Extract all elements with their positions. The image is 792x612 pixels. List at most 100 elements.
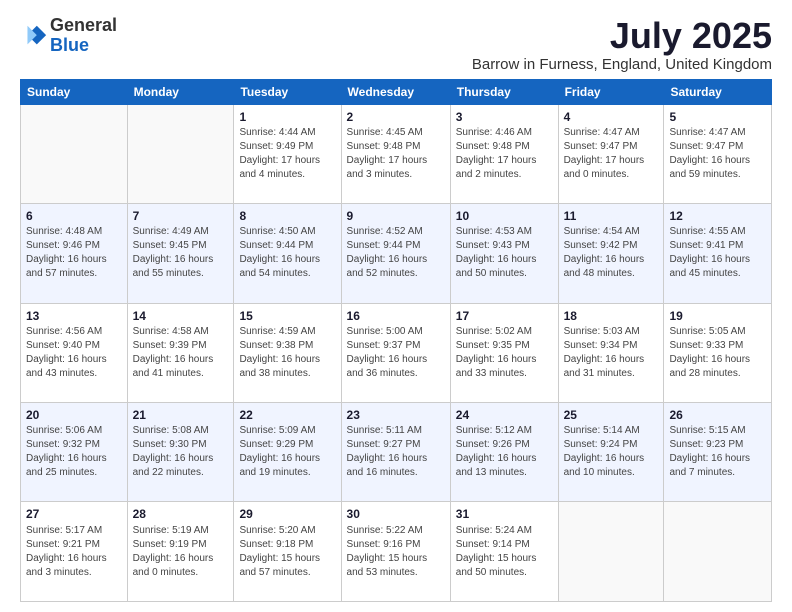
day-info: Sunrise: 5:05 AM Sunset: 9:33 PM Dayligh…	[669, 325, 766, 381]
calendar-cell: 7Sunrise: 4:49 AM Sunset: 9:45 PM Daylig…	[127, 204, 234, 303]
week-row-4: 20Sunrise: 5:06 AM Sunset: 9:32 PM Dayli…	[21, 403, 772, 502]
week-row-5: 27 Sunrise: 5:17 AM Sunset: 9:21 PM Dayli…	[21, 502, 772, 602]
day-number: 15	[239, 308, 335, 324]
day-info: Sunrise: 5:11 AM Sunset: 9:27 PM Dayligh…	[347, 424, 445, 480]
day-info: Sunrise: 5:24 AM Sunset: 9:14 PM Dayligh…	[456, 524, 553, 580]
column-header-sunday: Sunday	[21, 79, 128, 104]
day-number: 14	[133, 308, 229, 324]
day-number: 7	[133, 208, 229, 224]
logo-icon	[20, 22, 48, 50]
day-info: Sunrise: 5:14 AM Sunset: 9:24 PM Dayligh…	[564, 424, 659, 480]
calendar-cell: 21Sunrise: 5:08 AM Sunset: 9:30 PM Dayli…	[127, 403, 234, 502]
day-info: Sunrise: 4:50 AM Sunset: 9:44 PM Dayligh…	[239, 225, 335, 281]
calendar-cell: 9Sunrise: 4:52 AM Sunset: 9:44 PM Daylig…	[341, 204, 450, 303]
column-header-saturday: Saturday	[664, 79, 772, 104]
calendar-cell: 11Sunrise: 4:54 AM Sunset: 9:42 PM Dayli…	[558, 204, 664, 303]
day-number: 4	[564, 109, 659, 125]
calendar-cell: 26Sunrise: 5:15 AM Sunset: 9:23 PM Dayli…	[664, 403, 772, 502]
day-number: 29	[239, 506, 335, 522]
day-number: 11	[564, 208, 659, 224]
day-number: 8	[239, 208, 335, 224]
day-info: Sunrise: 4:47 AM Sunset: 9:47 PM Dayligh…	[564, 126, 659, 182]
day-number: 10	[456, 208, 553, 224]
header: General Blue July 2025 Barrow in Furness…	[20, 16, 772, 73]
calendar-body: 1Sunrise: 4:44 AM Sunset: 9:49 PM Daylig…	[21, 104, 772, 601]
calendar-cell: 15Sunrise: 4:59 AM Sunset: 9:38 PM Dayli…	[234, 303, 341, 402]
day-info: Sunrise: 4:59 AM Sunset: 9:38 PM Dayligh…	[239, 325, 335, 381]
day-number: 22	[239, 407, 335, 423]
day-info: Sunrise: 5:03 AM Sunset: 9:34 PM Dayligh…	[564, 325, 659, 381]
calendar-cell: 4Sunrise: 4:47 AM Sunset: 9:47 PM Daylig…	[558, 104, 664, 203]
calendar-cell	[664, 502, 772, 602]
day-info: Sunrise: 5:20 AM Sunset: 9:18 PM Dayligh…	[239, 524, 335, 580]
day-number: 3	[456, 109, 553, 125]
day-number: 20	[26, 407, 122, 423]
calendar-cell: 22Sunrise: 5:09 AM Sunset: 9:29 PM Dayli…	[234, 403, 341, 502]
calendar-cell: 31 Sunrise: 5:24 AM Sunset: 9:14 PM Dayli…	[450, 502, 558, 602]
calendar-cell: 12Sunrise: 4:55 AM Sunset: 9:41 PM Dayli…	[664, 204, 772, 303]
day-number: 17	[456, 308, 553, 324]
day-info: Sunrise: 5:17 AM Sunset: 9:21 PM Dayligh…	[26, 524, 122, 580]
calendar-header: SundayMondayTuesdayWednesdayThursdayFrid…	[21, 79, 772, 104]
week-row-3: 13Sunrise: 4:56 AM Sunset: 9:40 PM Dayli…	[21, 303, 772, 402]
day-info: Sunrise: 5:02 AM Sunset: 9:35 PM Dayligh…	[456, 325, 553, 381]
day-number: 16	[347, 308, 445, 324]
calendar-cell: 3Sunrise: 4:46 AM Sunset: 9:48 PM Daylig…	[450, 104, 558, 203]
calendar-cell: 6Sunrise: 4:48 AM Sunset: 9:46 PM Daylig…	[21, 204, 128, 303]
day-info: Sunrise: 4:45 AM Sunset: 9:48 PM Dayligh…	[347, 126, 445, 182]
day-number: 27	[26, 506, 122, 522]
calendar-cell: 1Sunrise: 4:44 AM Sunset: 9:49 PM Daylig…	[234, 104, 341, 203]
month-title: July 2025	[472, 16, 772, 56]
day-info: Sunrise: 5:22 AM Sunset: 9:16 PM Dayligh…	[347, 524, 445, 580]
location-title: Barrow in Furness, England, United Kingd…	[472, 56, 772, 73]
calendar-cell	[127, 104, 234, 203]
calendar-cell: 18Sunrise: 5:03 AM Sunset: 9:34 PM Dayli…	[558, 303, 664, 402]
column-header-wednesday: Wednesday	[341, 79, 450, 104]
day-number: 30	[347, 506, 445, 522]
day-number: 31	[456, 506, 553, 522]
calendar-cell: 16Sunrise: 5:00 AM Sunset: 9:37 PM Dayli…	[341, 303, 450, 402]
day-number: 23	[347, 407, 445, 423]
calendar: SundayMondayTuesdayWednesdayThursdayFrid…	[20, 79, 772, 602]
day-info: Sunrise: 5:19 AM Sunset: 9:19 PM Dayligh…	[133, 524, 229, 580]
calendar-cell: 19Sunrise: 5:05 AM Sunset: 9:33 PM Dayli…	[664, 303, 772, 402]
column-header-monday: Monday	[127, 79, 234, 104]
calendar-cell: 10Sunrise: 4:53 AM Sunset: 9:43 PM Dayli…	[450, 204, 558, 303]
day-info: Sunrise: 5:09 AM Sunset: 9:29 PM Dayligh…	[239, 424, 335, 480]
week-row-2: 6Sunrise: 4:48 AM Sunset: 9:46 PM Daylig…	[21, 204, 772, 303]
week-row-1: 1Sunrise: 4:44 AM Sunset: 9:49 PM Daylig…	[21, 104, 772, 203]
day-info: Sunrise: 5:00 AM Sunset: 9:37 PM Dayligh…	[347, 325, 445, 381]
calendar-cell: 17Sunrise: 5:02 AM Sunset: 9:35 PM Dayli…	[450, 303, 558, 402]
day-number: 25	[564, 407, 659, 423]
calendar-cell: 8Sunrise: 4:50 AM Sunset: 9:44 PM Daylig…	[234, 204, 341, 303]
day-info: Sunrise: 5:06 AM Sunset: 9:32 PM Dayligh…	[26, 424, 122, 480]
page: General Blue July 2025 Barrow in Furness…	[0, 0, 792, 612]
day-number: 5	[669, 109, 766, 125]
day-info: Sunrise: 4:49 AM Sunset: 9:45 PM Dayligh…	[133, 225, 229, 281]
day-number: 19	[669, 308, 766, 324]
day-number: 6	[26, 208, 122, 224]
calendar-cell: 27 Sunrise: 5:17 AM Sunset: 9:21 PM Dayli…	[21, 502, 128, 602]
day-info: Sunrise: 5:08 AM Sunset: 9:30 PM Dayligh…	[133, 424, 229, 480]
calendar-cell: 29 Sunrise: 5:20 AM Sunset: 9:18 PM Dayli…	[234, 502, 341, 602]
day-number: 1	[239, 109, 335, 125]
calendar-cell: 30 Sunrise: 5:22 AM Sunset: 9:16 PM Dayli…	[341, 502, 450, 602]
logo: General Blue	[20, 16, 117, 56]
day-number: 13	[26, 308, 122, 324]
logo-general-text: General	[50, 15, 117, 35]
column-header-friday: Friday	[558, 79, 664, 104]
day-number: 28	[133, 506, 229, 522]
day-info: Sunrise: 4:47 AM Sunset: 9:47 PM Dayligh…	[669, 126, 766, 182]
day-number: 26	[669, 407, 766, 423]
day-info: Sunrise: 4:58 AM Sunset: 9:39 PM Dayligh…	[133, 325, 229, 381]
calendar-cell: 2Sunrise: 4:45 AM Sunset: 9:48 PM Daylig…	[341, 104, 450, 203]
title-block: July 2025 Barrow in Furness, England, Un…	[472, 16, 772, 73]
day-info: Sunrise: 4:53 AM Sunset: 9:43 PM Dayligh…	[456, 225, 553, 281]
day-info: Sunrise: 4:54 AM Sunset: 9:42 PM Dayligh…	[564, 225, 659, 281]
day-info: Sunrise: 4:44 AM Sunset: 9:49 PM Dayligh…	[239, 126, 335, 182]
calendar-cell	[558, 502, 664, 602]
day-number: 21	[133, 407, 229, 423]
day-info: Sunrise: 4:52 AM Sunset: 9:44 PM Dayligh…	[347, 225, 445, 281]
header-row: SundayMondayTuesdayWednesdayThursdayFrid…	[21, 79, 772, 104]
calendar-cell: 14Sunrise: 4:58 AM Sunset: 9:39 PM Dayli…	[127, 303, 234, 402]
